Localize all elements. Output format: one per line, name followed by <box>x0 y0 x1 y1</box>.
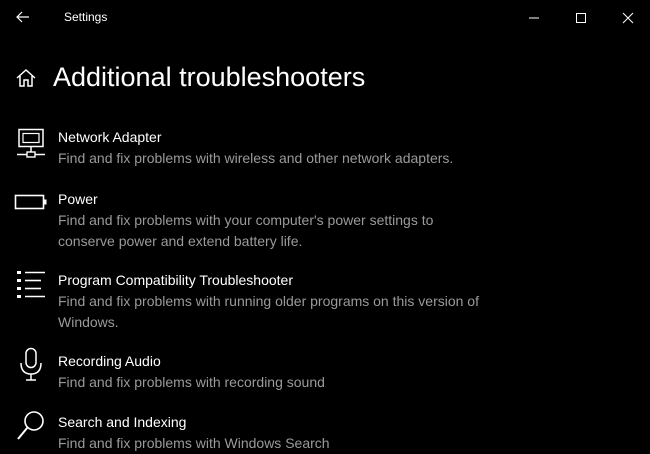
microphone-icon <box>14 347 48 381</box>
troubleshooter-title: Recording Audio <box>58 353 161 369</box>
back-arrow-icon <box>16 11 29 23</box>
troubleshooter-item-power[interactable]: Power Find and fix problems with your co… <box>0 190 520 252</box>
troubleshooter-description: Find and fix problems with recording sou… <box>58 374 325 390</box>
back-button[interactable] <box>8 3 38 31</box>
close-button[interactable] <box>605 4 650 32</box>
battery-icon <box>14 192 48 226</box>
troubleshooter-item-search-indexing[interactable]: Search and Indexing Find and fix problem… <box>0 411 520 453</box>
maximize-button[interactable] <box>558 4 604 32</box>
network-adapter-icon <box>14 128 48 162</box>
page-header: Additional troubleshooters <box>14 58 365 98</box>
maximize-icon <box>576 13 586 23</box>
troubleshooter-description: Find and fix problems with running older… <box>58 293 479 330</box>
troubleshooter-description: Find and fix problems with wireless and … <box>58 150 454 166</box>
troubleshooter-title: Program Compatibility Troubleshooter <box>58 272 293 288</box>
troubleshooter-description: Find and fix problems with your computer… <box>58 212 434 249</box>
troubleshooter-title: Search and Indexing <box>58 414 187 430</box>
troubleshooter-title: Network Adapter <box>58 129 162 145</box>
troubleshooter-title: Power <box>58 191 98 207</box>
search-icon <box>14 409 48 443</box>
page-title: Additional troubleshooters <box>53 62 366 92</box>
minimize-button[interactable] <box>511 4 557 32</box>
close-icon <box>622 12 634 24</box>
troubleshooter-item-recording-audio[interactable]: Recording Audio Find and fix problems wi… <box>0 347 520 396</box>
window-title: Settings <box>64 10 108 24</box>
title-bar: Settings <box>0 0 650 34</box>
minimize-icon <box>529 17 539 19</box>
troubleshooter-description: Find and fix problems with Windows Searc… <box>58 435 330 451</box>
troubleshooter-item-program-compatibility[interactable]: Program Compatibility Troubleshooter Fin… <box>0 271 520 333</box>
list-icon <box>14 268 48 302</box>
home-icon[interactable] <box>14 66 38 90</box>
troubleshooter-item-network-adapter[interactable]: Network Adapter Find and fix problems wi… <box>0 128 520 174</box>
